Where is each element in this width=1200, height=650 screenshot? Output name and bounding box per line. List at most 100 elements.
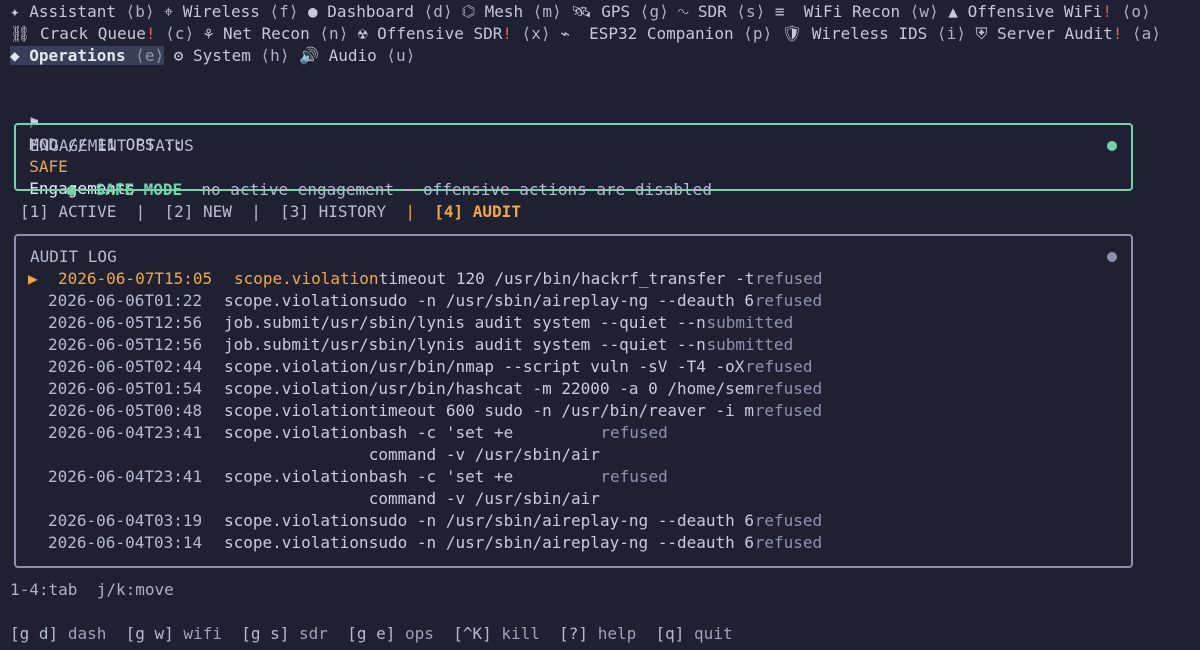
shortcut-label: dash [67, 624, 107, 643]
row-timestamp: 2026-06-04T03:19 [48, 511, 203, 530]
nav-row-1: ✦ Assistant ⟨b⟩ ⌖ Wireless ⟨f⟩ ● Dashboa… [10, 1, 1151, 23]
row-event: scope.violation [224, 291, 369, 310]
nav-tab-sdr[interactable]: ∿ SDR ⟨s⟩ [678, 2, 765, 21]
nav-icon: ⛨ [975, 24, 998, 43]
row-timestamp: 2026-06-05T00:48 [48, 401, 203, 420]
warning-mark: ! [145, 24, 156, 43]
row-command: sudo -n /usr/sbin/aireplay-ng --deauth 6 [368, 533, 755, 552]
nav-tab-mesh[interactable]: ⌬ Mesh ⟨m⟩ [462, 2, 562, 21]
shortcut-ops[interactable]: [g e] ops [347, 624, 434, 643]
row-event: scope.violation [224, 379, 369, 398]
nav-shortcut: ⟨u⟩ [376, 46, 416, 65]
nav-shortcut: ⟨f⟩ [259, 2, 299, 21]
shortcut-help[interactable]: [?] help [559, 624, 636, 643]
nav-tab-wireless[interactable]: ⌖ Wireless ⟨f⟩ [164, 2, 298, 21]
nav-icon: ▲ [948, 2, 968, 21]
row-command: sudo -n /usr/sbin/aireplay-ng --deauth 6 [368, 511, 755, 530]
nav-icon: ● [308, 2, 328, 21]
shortcut-dash[interactable]: [g d] dash [10, 624, 106, 643]
nav-icon: ✦ [10, 2, 30, 21]
nav-tab-wifi-recon[interactable]: ≡ WiFi Recon ⟨w⟩ [775, 2, 939, 21]
row-timestamp: 2026-06-07T15:05 [58, 269, 213, 288]
nav-tab-assistant[interactable]: ✦ Assistant ⟨b⟩ [10, 2, 155, 21]
engagement-status-panel: ENGAGEMENT STATUS ● SAFE MODE no active … [14, 123, 1133, 199]
nav-label: Offensive WiFi [967, 2, 1103, 21]
nav-shortcut: ⟨i⟩ [927, 24, 966, 43]
nav-tab-offensive-wifi[interactable]: ▲ Offensive WiFi! ⟨o⟩ [948, 2, 1150, 21]
nav-tab-esp32-companion[interactable]: ⌁ ESP32 Companion ⟨p⟩ [560, 24, 772, 43]
safe-mode-label: SAFE MODE [95, 180, 183, 199]
nav-label: GPS [601, 2, 631, 21]
row-result: refused [600, 467, 668, 486]
nav-shortcut: ⟨x⟩ [512, 24, 551, 43]
nav-shortcut: ⟨s⟩ [726, 2, 766, 21]
nav-label: SDR [697, 2, 727, 21]
row-result: refused [600, 423, 668, 442]
nav-icon: 🔊 [299, 46, 329, 65]
tab-new[interactable]: [2] NEW [165, 202, 232, 221]
nav-icon: ⌁ [560, 24, 580, 43]
shortcut-kill[interactable]: [^K] kill [453, 624, 540, 643]
warning-mark: ! [502, 24, 513, 43]
nav-label: Assistant [29, 2, 116, 21]
shortcut-quit[interactable]: [q] quit [656, 624, 733, 643]
tab-separator: | [405, 202, 415, 221]
row-timestamp: 2026-06-06T01:22 [48, 291, 203, 310]
nav-icon: ⛓ [10, 24, 40, 43]
row-result: refused [754, 379, 823, 398]
nav-tab-dashboard[interactable]: ● Dashboard ⟨d⟩ [308, 2, 453, 21]
row-timestamp: 2026-06-05T01:54 [48, 379, 203, 398]
tab-active[interactable]: [1] ACTIVE [20, 202, 116, 221]
shortcut-label: sdr [299, 624, 328, 643]
nav-icon: 🛡 [781, 24, 812, 43]
footer-shortcuts: [g d] dash [g w] wifi [g s] sdr [g e] op… [10, 623, 733, 645]
shortcut-label: ops [405, 624, 434, 643]
row-event: scope.violation [224, 533, 369, 552]
row-event: scope.violation [224, 467, 369, 486]
nav-tab-crack-queue[interactable]: ⛓ Crack Queue! ⟨c⟩ [10, 24, 194, 43]
row-command: /usr/bin/nmap --script vuln -sV -T4 -oX [368, 357, 745, 376]
nav-tab-gps[interactable]: 🛰 GPS ⟨g⟩ [571, 2, 668, 21]
row-command: timeout 600 sudo -n /usr/bin/reaver -i m [368, 401, 755, 420]
nav-label: Wireless [182, 2, 260, 21]
row-timestamp: 2026-06-04T03:14 [48, 533, 203, 552]
selected-arrow-icon: ▶ [28, 269, 38, 288]
audit-log-title: AUDIT LOG [30, 247, 117, 266]
nav-tab-operations[interactable]: ◆ Operations ⟨e⟩ [10, 46, 165, 65]
engagement-status-title: ENGAGEMENT STATUS [30, 136, 194, 155]
row-command: bash -c 'set +e [368, 467, 514, 486]
row-event: job.submit [224, 335, 321, 354]
nav-tab-wireless-ids[interactable]: 🛡 Wireless IDS ⟨i⟩ [782, 24, 966, 43]
row-timestamp: 2026-06-04T23:41 [48, 423, 203, 442]
nav-tab-net-recon[interactable]: ⚘ Net Recon ⟨n⟩ [204, 24, 349, 43]
nav-icon: 🛰 [571, 2, 602, 21]
nav-tab-offensive-sdr[interactable]: ☢ Offensive SDR! ⟨x⟩ [358, 24, 551, 43]
nav-shortcut: ⟨e⟩ [125, 46, 165, 65]
shortcut-label: quit [694, 624, 733, 643]
shortcut-wifi[interactable]: [g w] wifi [126, 624, 222, 643]
nav-row-2: ⛓ Crack Queue! ⟨c⟩ ⚘ Net Recon ⟨n⟩ ☢ Off… [10, 23, 1161, 45]
nav-tab-system[interactable]: ⚙ System ⟨h⟩ [174, 46, 290, 65]
row-command-continued: command -v /usr/sbin/air [368, 489, 600, 508]
warning-mark: ! [1112, 24, 1123, 43]
row-result: submitted [706, 335, 794, 354]
nav-icon: ☢ [357, 24, 378, 43]
tab-audit[interactable]: [4] AUDIT [434, 202, 521, 221]
row-timestamp: 2026-06-05T12:56 [48, 313, 203, 332]
shortcut-label: help [597, 624, 637, 643]
nav-shortcut: ⟨n⟩ [309, 24, 349, 43]
row-timestamp: 2026-06-05T12:56 [48, 335, 203, 354]
nav-tab-audio[interactable]: 🔊 Audio ⟨u⟩ [299, 46, 415, 65]
row-command: /usr/sbin/lynis audit system --quiet --n [320, 313, 706, 332]
nav-tab-server-audit[interactable]: ⛨ Server Audit! ⟨a⟩ [975, 24, 1160, 43]
nav-shortcut: ⟨a⟩ [1122, 24, 1161, 43]
shortcut-label: kill [501, 624, 540, 643]
nav-label: Audio [328, 46, 377, 65]
row-result: submitted [706, 313, 794, 332]
nav-label: Mesh [484, 2, 524, 21]
nav-shortcut: ⟨d⟩ [414, 2, 453, 21]
tab-history[interactable]: [3] HISTORY [280, 202, 386, 221]
shortcut-key: [g e] [347, 624, 396, 643]
shortcut-sdr[interactable]: [g s] sdr [241, 624, 328, 643]
shortcut-key: [g w] [125, 624, 174, 643]
